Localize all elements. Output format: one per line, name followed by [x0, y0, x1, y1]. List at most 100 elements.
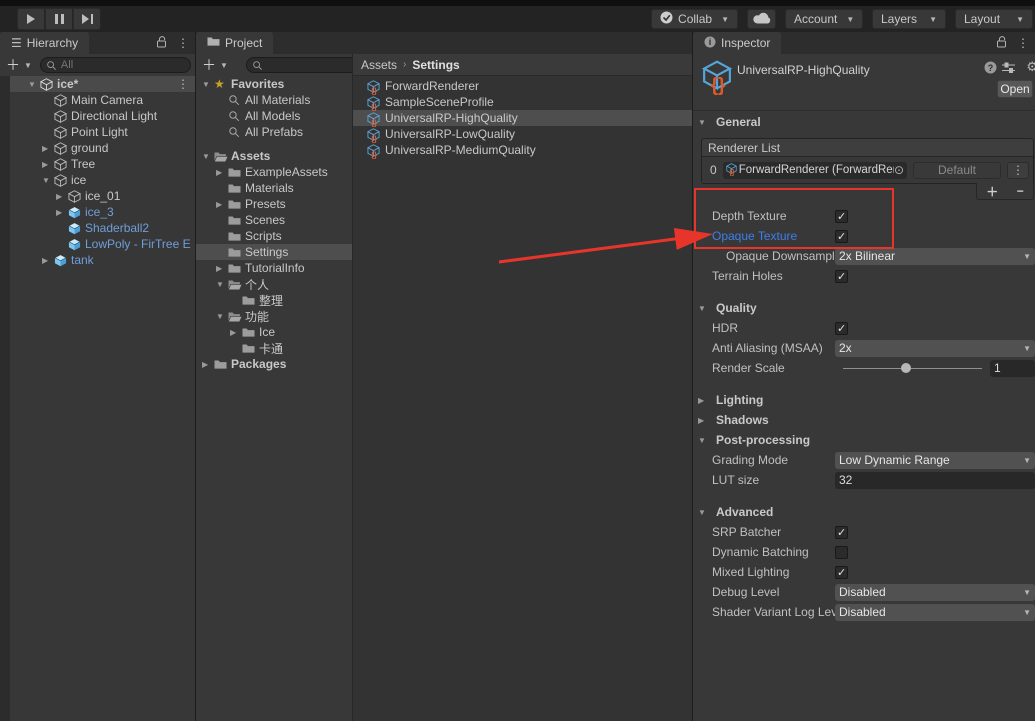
- tab-inspector[interactable]: i Inspector: [693, 32, 781, 54]
- foldout-collapsed-icon[interactable]: ▶: [230, 328, 242, 337]
- checkbox[interactable]: ✓: [835, 322, 848, 335]
- gear-icon[interactable]: ⚙: [1026, 59, 1035, 75]
- hierarchy-item-ground[interactable]: ▶ground: [10, 140, 195, 156]
- asset-item-samplesceneprofile[interactable]: {}SampleSceneProfile: [353, 94, 692, 110]
- help-icon[interactable]: ?: [984, 61, 997, 77]
- foldout-collapsed-icon[interactable]: ▶: [42, 256, 54, 265]
- dropdown[interactable]: 2x Bilinear▼: [835, 248, 1035, 265]
- project-item-presets[interactable]: ▶Presets: [196, 196, 352, 212]
- section-shadows[interactable]: ▶Shadows: [693, 410, 1035, 430]
- hierarchy-item-directional-light[interactable]: Directional Light: [10, 108, 195, 124]
- play-button[interactable]: [17, 8, 45, 30]
- tab-hierarchy[interactable]: ☰ Hierarchy: [0, 32, 89, 54]
- foldout-collapsed-icon[interactable]: ▶: [202, 360, 214, 369]
- kebab-menu-icon[interactable]: ⋮: [1007, 162, 1029, 179]
- breadcrumb-assets[interactable]: Assets: [361, 58, 397, 72]
- section-quality[interactable]: ▼Quality: [693, 298, 1035, 318]
- hierarchy-item-ice[interactable]: ▼ice: [10, 172, 195, 188]
- kebab-menu-icon[interactable]: ⋮: [1017, 36, 1029, 50]
- presets-icon[interactable]: [1002, 61, 1015, 77]
- project-item-all-models[interactable]: All Models: [196, 108, 352, 124]
- object-picker-icon[interactable]: ⊙: [894, 163, 904, 177]
- tab-project[interactable]: Project: [196, 32, 273, 54]
- foldout-collapsed-icon[interactable]: ▶: [56, 208, 68, 217]
- dropdown[interactable]: Low Dynamic Range▼: [835, 452, 1035, 469]
- account-dropdown[interactable]: Account▼: [785, 9, 863, 29]
- dropdown[interactable]: 2x▼: [835, 340, 1035, 357]
- project-item-[interactable]: 卡通: [196, 340, 352, 356]
- project-item-[interactable]: ▼功能: [196, 308, 352, 324]
- project-item-all-prefabs[interactable]: All Prefabs: [196, 124, 352, 140]
- add-button[interactable]: ＋▼: [6, 55, 32, 75]
- slider-handle[interactable]: [901, 363, 911, 373]
- checkbox[interactable]: ✓: [835, 230, 848, 243]
- project-item-[interactable]: 整理: [196, 292, 352, 308]
- foldout-collapsed-icon[interactable]: ▶: [56, 192, 68, 201]
- project-item-materials[interactable]: Materials: [196, 180, 352, 196]
- section-lighting[interactable]: ▶Lighting: [693, 390, 1035, 410]
- add-element-button[interactable]: ＋: [986, 183, 998, 200]
- remove-element-button[interactable]: −: [1017, 184, 1024, 198]
- asset-item-universalrp-highquality[interactable]: {}UniversalRP-HighQuality: [353, 110, 692, 126]
- kebab-menu-icon[interactable]: ⋮: [177, 77, 189, 91]
- hierarchy-item-shaderball2[interactable]: Shaderball2: [10, 220, 195, 236]
- layout-dropdown[interactable]: Layout▼: [955, 9, 1033, 29]
- default-button[interactable]: Default: [913, 162, 1001, 179]
- lock-icon[interactable]: [997, 36, 1007, 51]
- checkbox[interactable]: ✓: [835, 270, 848, 283]
- breadcrumb-settings[interactable]: Settings: [412, 58, 459, 72]
- project-item-scenes[interactable]: Scenes: [196, 212, 352, 228]
- foldout-collapsed-icon[interactable]: ▶: [216, 168, 228, 177]
- checkbox[interactable]: ✓: [835, 210, 848, 223]
- slider-value-field[interactable]: 1: [990, 360, 1035, 377]
- hierarchy-item-tank[interactable]: ▶tank: [10, 252, 195, 268]
- renderer-object-field[interactable]: {}ForwardRenderer (ForwardRendererData)⊙: [723, 162, 907, 179]
- scene-header[interactable]: ▼ ice* ⋮: [10, 76, 195, 92]
- property-label[interactable]: Opaque Texture: [712, 229, 835, 243]
- add-button[interactable]: ＋▼: [202, 55, 228, 75]
- hierarchy-item-lowpoly-firtree-e[interactable]: LowPoly - FirTree E: [10, 236, 195, 252]
- foldout-collapsed-icon[interactable]: ▶: [216, 200, 228, 209]
- section-general[interactable]: ▼General: [693, 112, 1035, 132]
- step-button[interactable]: [73, 8, 101, 30]
- foldout-expanded-icon[interactable]: ▼: [202, 152, 214, 161]
- project-item-exampleassets[interactable]: ▶ExampleAssets: [196, 164, 352, 180]
- hierarchy-item-tree[interactable]: ▶Tree: [10, 156, 195, 172]
- asset-item-universalrp-lowquality[interactable]: {}UniversalRP-LowQuality: [353, 126, 692, 142]
- asset-item-universalrp-mediumquality[interactable]: {}UniversalRP-MediumQuality: [353, 142, 692, 158]
- slider[interactable]: [835, 360, 982, 377]
- cloud-button[interactable]: [747, 9, 776, 29]
- project-item-ice[interactable]: ▶Ice: [196, 324, 352, 340]
- foldout-expanded-icon[interactable]: ▼: [202, 80, 214, 89]
- project-item-packages[interactable]: ▶Packages: [196, 356, 352, 372]
- dropdown[interactable]: Disabled▼: [835, 584, 1035, 601]
- foldout-collapsed-icon[interactable]: ▶: [216, 264, 228, 273]
- foldout-collapsed-icon[interactable]: ▶: [42, 160, 54, 169]
- hierarchy-item-main-camera[interactable]: Main Camera: [10, 92, 195, 108]
- project-item-favorites[interactable]: ▼★Favorites: [196, 76, 352, 92]
- asset-item-forwardrenderer[interactable]: {}ForwardRenderer: [353, 78, 692, 94]
- dropdown[interactable]: Disabled▼: [835, 604, 1035, 621]
- foldout-expanded-icon[interactable]: ▼: [42, 176, 54, 185]
- project-item-[interactable]: ▼个人: [196, 276, 352, 292]
- collab-button[interactable]: Collab ▼: [651, 9, 738, 29]
- hierarchy-item-point-light[interactable]: Point Light: [10, 124, 195, 140]
- pause-button[interactable]: [45, 8, 73, 30]
- layers-dropdown[interactable]: Layers▼: [872, 9, 946, 29]
- section-advanced[interactable]: ▼Advanced: [693, 502, 1035, 522]
- project-item-assets[interactable]: ▼Assets: [196, 148, 352, 164]
- checkbox[interactable]: ✓: [835, 526, 848, 539]
- foldout-collapsed-icon[interactable]: ▶: [42, 144, 54, 153]
- lock-icon[interactable]: [157, 36, 167, 51]
- text-field[interactable]: 32: [835, 472, 1035, 489]
- checkbox[interactable]: [835, 546, 848, 559]
- section-post-processing[interactable]: ▼Post-processing: [693, 430, 1035, 450]
- foldout-expanded-icon[interactable]: ▼: [216, 312, 228, 321]
- project-item-scripts[interactable]: Scripts: [196, 228, 352, 244]
- kebab-menu-icon[interactable]: ⋮: [177, 36, 189, 50]
- hierarchy-item-ice-3[interactable]: ▶ice_3: [10, 204, 195, 220]
- project-item-settings[interactable]: Settings: [196, 244, 352, 260]
- project-item-all-materials[interactable]: All Materials: [196, 92, 352, 108]
- hierarchy-search-input[interactable]: [40, 57, 191, 73]
- project-item-tutorialinfo[interactable]: ▶TutorialInfo: [196, 260, 352, 276]
